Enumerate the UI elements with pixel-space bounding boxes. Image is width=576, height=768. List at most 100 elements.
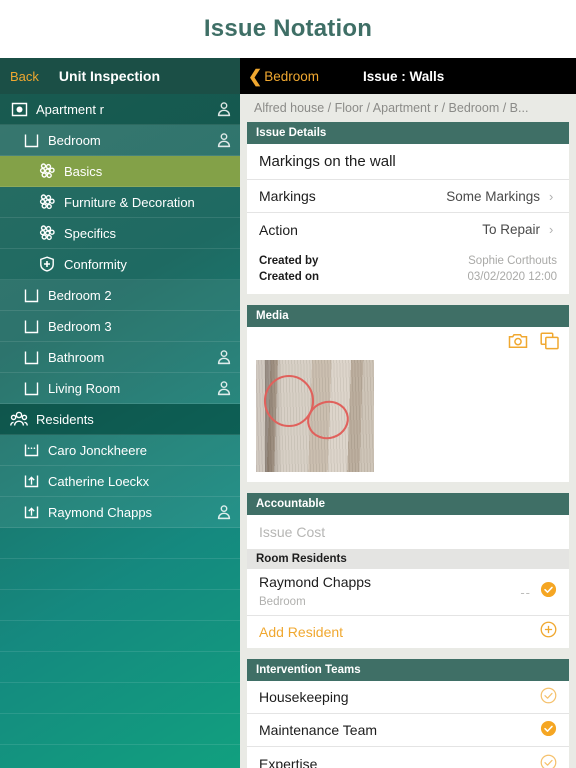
sidebar-item-apartment-r[interactable]: Apartment r xyxy=(0,94,240,125)
plus-circle-icon[interactable] xyxy=(540,621,557,643)
sidebar-item-label: Residents xyxy=(36,411,94,427)
media-header: Media xyxy=(247,305,569,327)
sidebar-item-label: Specifics xyxy=(64,225,117,241)
created-on-label: Created on xyxy=(259,271,320,283)
sidebar-empty-row xyxy=(0,621,240,652)
team-label: Maintenance Team xyxy=(259,722,378,738)
check-circle-icon[interactable] xyxy=(540,720,557,740)
issue-field-key: Markings xyxy=(259,188,316,204)
issue-field-row[interactable]: Markings Some Markings › xyxy=(247,180,569,213)
intervention-teams-header: Intervention Teams xyxy=(247,659,569,681)
sidebar-item-label: Bathroom xyxy=(48,349,105,365)
room-bracket-icon xyxy=(20,286,42,304)
detail-nav-bar: ❮ Bedroom Issue : Walls xyxy=(240,58,576,94)
sidebar-item-furniture-decoration[interactable]: Furniture & Decoration xyxy=(0,187,240,218)
room-residents-label: Room Residents xyxy=(247,549,569,569)
sidebar-nav-title: Unit Inspection xyxy=(58,68,161,84)
sidebar-empty-row xyxy=(0,528,240,559)
page-title-bar: Issue Notation xyxy=(0,0,576,58)
dot-square-icon xyxy=(8,100,30,118)
detail-nav-title: Issue : Walls xyxy=(363,68,445,84)
sidebar-item-label: Bedroom xyxy=(48,132,101,148)
sidebar-item-conformity[interactable]: Conformity xyxy=(0,249,240,280)
gallery-icon[interactable] xyxy=(540,331,560,355)
sidebar-item-label: Bedroom 2 xyxy=(48,287,112,303)
sidebar-empty-row xyxy=(0,590,240,621)
sidebar-item-label: Raymond Chapps xyxy=(48,504,153,520)
detail-scroll-area[interactable]: Issue Details Markings on the wall Marki… xyxy=(240,122,576,768)
team-label: Housekeeping xyxy=(259,689,349,705)
arrow-bracket-icon xyxy=(20,472,42,490)
person-icon xyxy=(216,380,232,396)
sidebar-item-raymond-chapps[interactable]: Raymond Chapps xyxy=(0,497,240,528)
media-card: Media xyxy=(247,305,569,482)
issue-details-header: Issue Details xyxy=(247,122,569,144)
issue-title: Markings on the wall xyxy=(259,153,396,170)
sidebar-item-bathroom[interactable]: Bathroom xyxy=(0,342,240,373)
sidebar-item-bedroom[interactable]: Bedroom xyxy=(0,125,240,156)
person-icon xyxy=(216,349,232,365)
issue-details-body: Markings on the wall Markings Some Markin… xyxy=(247,144,569,294)
sidebar-item-specifics[interactable]: Specifics xyxy=(0,218,240,249)
sidebar-item-label: Catherine Loeckx xyxy=(48,473,150,489)
accountable-header: Accountable xyxy=(247,493,569,515)
team-label: Expertise xyxy=(259,755,318,768)
sidebar-item-bedroom-3[interactable]: Bedroom 3 xyxy=(0,311,240,342)
check-circle-icon[interactable] xyxy=(540,581,557,603)
cluster-icon xyxy=(36,162,58,180)
resident-amount: -- xyxy=(520,584,531,600)
created-by-value: Sophie Corthouts xyxy=(468,255,557,267)
intervention-team-row[interactable]: Maintenance Team xyxy=(247,714,569,747)
sidebar-item-living-room[interactable]: Living Room xyxy=(0,373,240,404)
sidebar-item-basics[interactable]: Basics xyxy=(0,156,240,187)
issue-field-key: Action xyxy=(259,221,298,238)
resident-room: Bedroom xyxy=(259,596,306,608)
sidebar-item-label: Conformity xyxy=(64,256,127,272)
arrow-bracket-icon xyxy=(20,503,42,521)
sidebar-item-catherine-loeckx[interactable]: Catherine Loeckx xyxy=(0,466,240,497)
sidebar-item-label: Furniture & Decoration xyxy=(64,194,195,210)
sidebar-empty-row xyxy=(0,652,240,683)
check-circle-icon[interactable] xyxy=(540,754,557,768)
detail-pane: ❮ Bedroom Issue : Walls Alfred house / F… xyxy=(240,58,576,768)
room-bracket-icon xyxy=(20,131,42,149)
sidebar-empty-row xyxy=(0,559,240,590)
sidebar-item-label: Apartment r xyxy=(36,101,104,117)
sidebar-item-caro-jonckheere[interactable]: Caro Jonckheere xyxy=(0,435,240,466)
sidebar-back-button[interactable]: Back xyxy=(10,69,39,84)
wall-photo-thumbnail[interactable] xyxy=(256,360,374,472)
room-bracket-icon xyxy=(20,348,42,366)
media-tools xyxy=(256,331,560,355)
page-title: Issue Notation xyxy=(203,15,373,42)
breadcrumb[interactable]: Alfred house / Floor / Apartment r / Bed… xyxy=(240,94,576,122)
intervention-teams-list: Housekeeping Maintenance Team Expertise xyxy=(247,681,569,768)
camera-icon[interactable] xyxy=(508,332,528,354)
person-icon xyxy=(216,101,232,117)
sidebar-item-bedroom-2[interactable]: Bedroom 2 xyxy=(0,280,240,311)
intervention-team-row[interactable]: Housekeeping xyxy=(247,681,569,714)
person-icon xyxy=(216,504,232,520)
issue-title-row[interactable]: Markings on the wall xyxy=(247,144,569,180)
intervention-team-row[interactable]: Expertise xyxy=(247,747,569,768)
add-resident-label: Add Resident xyxy=(259,624,344,640)
chevron-right-icon: › xyxy=(549,188,554,204)
resident-row[interactable]: Raymond Chapps Bedroom -- xyxy=(247,569,569,616)
chevron-right-icon: › xyxy=(549,222,554,237)
media-body xyxy=(247,327,569,482)
created-on-value: 03/02/2020 12:00 xyxy=(467,271,557,283)
issue-field-value: To Repair xyxy=(482,222,540,237)
detail-back-button[interactable]: Bedroom xyxy=(264,69,319,84)
sidebar-item-label: Caro Jonckheere xyxy=(48,442,147,458)
check-circle-icon[interactable] xyxy=(540,687,557,707)
sidebar-item-residents[interactable]: Residents xyxy=(0,404,240,435)
room-bracket-icon xyxy=(20,379,42,397)
intervention-teams-card: Intervention Teams Housekeeping Maintenan… xyxy=(247,659,569,768)
main-split: Back Unit Inspection Apartment r Bedroom … xyxy=(0,58,576,768)
issue-field-row[interactable]: Action To Repair › xyxy=(247,213,569,246)
people-icon xyxy=(8,410,30,428)
resident-name: Raymond Chapps xyxy=(259,574,372,590)
back-chevron-icon[interactable]: ❮ xyxy=(248,68,262,85)
issue-cost-field[interactable]: Issue Cost xyxy=(247,515,569,549)
accountable-body: Issue Cost Room Residents Raymond Chapps… xyxy=(247,515,569,648)
add-resident-row[interactable]: Add Resident xyxy=(247,616,569,648)
